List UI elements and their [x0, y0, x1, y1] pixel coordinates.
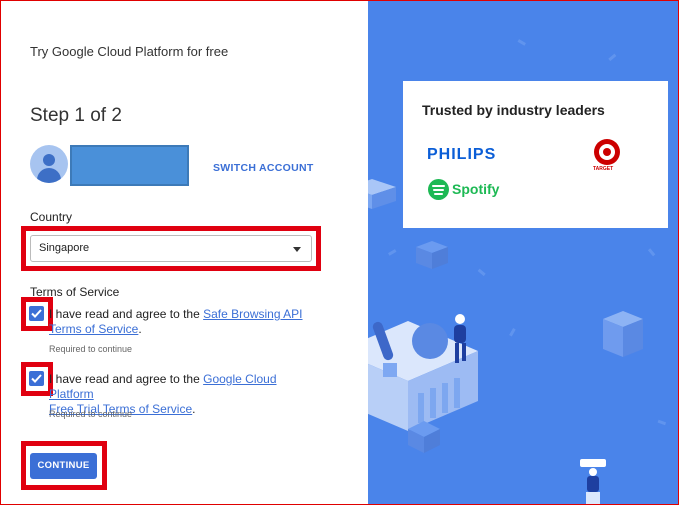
gcp-trial-terms-checkbox[interactable] [29, 371, 44, 386]
checkmark-icon [31, 309, 42, 318]
switch-account-button[interactable]: SWITCH ACCOUNT [213, 162, 314, 174]
signup-form-panel: Try Google Cloud Platform for free Step … [1, 1, 368, 504]
trusted-by-card: Trusted by industry leaders PHILIPS TARG… [403, 81, 668, 228]
philips-logo: PHILIPS [427, 146, 497, 163]
required-hint: Required to continue [49, 409, 133, 419]
country-select[interactable]: Singapore [30, 235, 312, 262]
promo-panel: Trusted by industry leaders PHILIPS TARG… [368, 1, 678, 504]
country-select-value: Singapore [39, 242, 90, 254]
page-header-title: Try Google Cloud Platform for free [30, 44, 229, 59]
spotify-logo-text: Spotify [452, 181, 500, 197]
continue-button[interactable]: CONTINUE [30, 453, 97, 479]
agree-prefix: I have read and agree to the [49, 372, 204, 386]
cloud-illustration [368, 39, 667, 504]
country-label: Country [30, 210, 73, 224]
target-logo-icon [594, 139, 620, 165]
card-title: Trusted by industry leaders [422, 102, 605, 118]
safe-browsing-terms-text: I have read and agree to the Safe Browsi… [49, 307, 303, 336]
target-logo-text: TARGET [593, 166, 614, 172]
chevron-down-icon [293, 247, 301, 252]
spotify-logo-icon [428, 179, 449, 200]
checkmark-icon [31, 374, 42, 383]
avatar-icon [30, 145, 68, 183]
step-indicator: Step 1 of 2 [30, 105, 122, 126]
agree-prefix: I have read and agree to the [49, 307, 204, 321]
screenshot-frame: Try Google Cloud Platform for free Step … [0, 0, 679, 505]
safe-browsing-terms-checkbox[interactable] [29, 306, 44, 321]
required-hint: Required to continue [49, 344, 133, 354]
account-email-redacted [70, 145, 189, 186]
